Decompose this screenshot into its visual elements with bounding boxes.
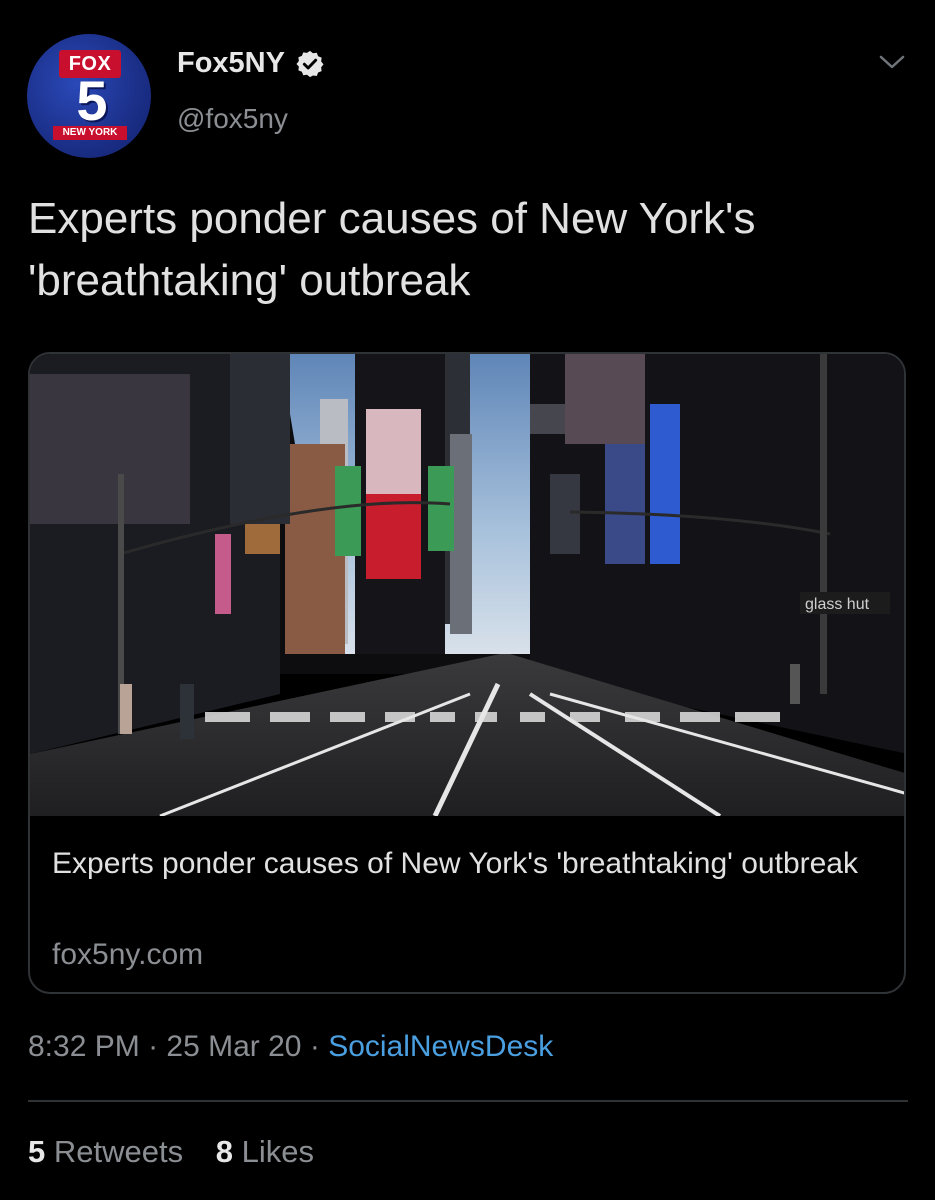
tweet-source-link[interactable]: SocialNewsDesk (328, 1030, 553, 1063)
card-domain: fox5ny.com (52, 938, 204, 971)
tweet-time[interactable]: 8:32 PM (28, 1030, 140, 1063)
handle[interactable]: @fox5ny (177, 103, 288, 135)
card-image[interactable]: glass hut (30, 354, 906, 816)
retweets-stat[interactable]: 5 Retweets (28, 1134, 183, 1170)
billboard-sign-text: glass hut (805, 596, 870, 613)
link-card[interactable]: glass hut Experts ponder causes of New Y… (28, 352, 906, 994)
retweets-label: Retweets (53, 1134, 184, 1169)
tweet-date[interactable]: 25 Mar 20 (166, 1030, 301, 1063)
tweet-container: FOX 5 NEW YORK Fox5NY @fox5ny Experts po… (0, 0, 935, 1200)
likes-stat[interactable]: 8 Likes (216, 1134, 314, 1170)
avatar-market-label: NEW YORK (53, 126, 127, 140)
tweet-stats: 5 Retweets 8 Likes (28, 1134, 338, 1170)
display-name[interactable]: Fox5NY (177, 47, 325, 80)
avatar-channel-number: 5 (76, 69, 108, 132)
tweet-meta: 8:32 PM · 25 Mar 20 · SocialNewsDesk (28, 1030, 553, 1064)
display-name-text: Fox5NY (177, 47, 285, 79)
retweets-count: 5 (28, 1134, 46, 1169)
divider (28, 1100, 908, 1102)
meta-separator: · (148, 1030, 159, 1063)
tweet-text: Experts ponder causes of New York's 'bre… (28, 194, 756, 305)
chevron-down-icon[interactable] (878, 54, 906, 72)
likes-label: Likes (241, 1134, 314, 1169)
avatar[interactable]: FOX 5 NEW YORK (27, 34, 151, 158)
card-title: Experts ponder causes of New York's 'bre… (52, 847, 858, 880)
verified-badge-icon (296, 50, 324, 77)
likes-count: 8 (215, 1134, 233, 1169)
meta-separator: · (309, 1030, 320, 1063)
